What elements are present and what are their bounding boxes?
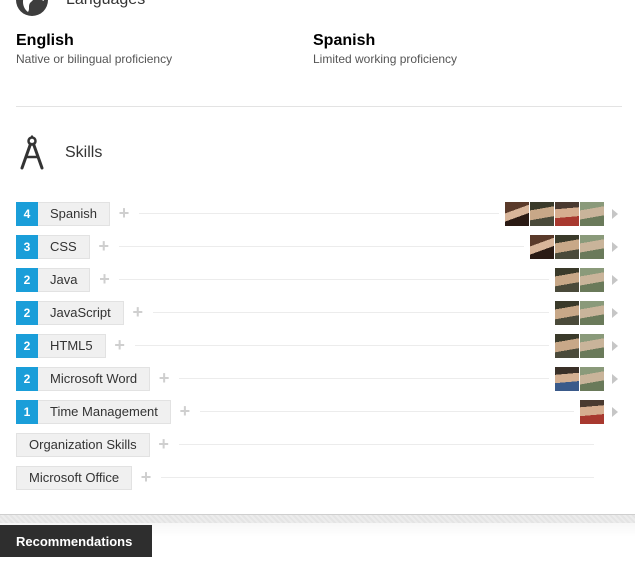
skill-name[interactable]: Microsoft Office <box>16 465 133 490</box>
avatar[interactable] <box>555 366 579 391</box>
avatar[interactable] <box>555 300 579 325</box>
skill-row: 1 Time Management + <box>16 395 622 428</box>
profile-section: Languages English Native or bilingual pr… <box>0 0 635 581</box>
plus-icon[interactable]: + <box>131 301 145 325</box>
plus-icon[interactable]: + <box>157 367 171 391</box>
avatar[interactable] <box>580 300 604 325</box>
row-divider <box>179 378 549 379</box>
languages-list: English Native or bilingual proficiency … <box>16 32 616 66</box>
language-name: English <box>16 32 74 49</box>
skill-name[interactable]: Java <box>38 267 91 292</box>
row-divider <box>199 411 574 412</box>
skill-name[interactable]: Microsoft Word <box>38 366 151 391</box>
skill-name[interactable]: JavaScript <box>38 300 124 325</box>
plus-icon[interactable]: + <box>113 334 127 358</box>
skill-row: Organization Skills + <box>16 428 622 461</box>
row-divider <box>134 345 549 346</box>
skill-row: 3 CSS + <box>16 230 622 263</box>
row-divider <box>119 279 549 280</box>
language-item: English Native or bilingual proficiency <box>16 32 313 66</box>
skill-name[interactable]: HTML5 <box>38 333 106 358</box>
skill-name[interactable]: Organization Skills <box>16 432 150 457</box>
plus-icon[interactable]: + <box>97 235 111 259</box>
avatar[interactable] <box>580 366 604 391</box>
endorser-avatars <box>580 399 604 424</box>
row-divider <box>178 444 594 445</box>
avatar[interactable] <box>505 201 529 226</box>
chevron-right-icon[interactable] <box>608 373 622 384</box>
chevron-right-icon[interactable] <box>608 340 622 351</box>
languages-title: Languages <box>66 0 145 9</box>
compass-icon <box>20 135 44 170</box>
endorsement-count[interactable]: 2 <box>16 267 38 292</box>
avatar[interactable] <box>580 201 604 226</box>
section-divider <box>16 106 622 107</box>
endorser-avatars <box>555 366 604 391</box>
language-proficiency: Limited working proficiency <box>313 52 458 66</box>
plus-icon[interactable]: + <box>178 400 192 424</box>
endorser-avatars <box>555 267 604 292</box>
chevron-right-icon[interactable] <box>608 307 622 318</box>
skill-name[interactable]: Spanish <box>38 201 110 226</box>
plus-icon[interactable]: + <box>97 268 111 292</box>
endorsement-count[interactable]: 2 <box>16 366 38 391</box>
skill-row: 2 Java + <box>16 263 622 296</box>
skills-title: Skills <box>65 144 103 161</box>
recommendations-bar: Recommendations <box>0 514 635 581</box>
footer-divider <box>0 515 635 523</box>
endorsement-count[interactable]: 4 <box>16 201 38 226</box>
skills-header: Skills <box>16 135 102 171</box>
skill-row: 2 Microsoft Word + <box>16 362 622 395</box>
endorsement-count[interactable]: 2 <box>16 333 38 358</box>
plus-icon[interactable]: + <box>139 466 153 490</box>
language-item: Spanish Limited working proficiency <box>313 32 610 66</box>
endorsement-count[interactable]: 1 <box>16 399 38 424</box>
avatar[interactable] <box>555 267 579 292</box>
chevron-right-icon[interactable] <box>608 241 622 252</box>
row-divider <box>152 312 549 313</box>
endorser-avatars <box>555 300 604 325</box>
chevron-right-icon[interactable] <box>608 274 622 285</box>
avatar[interactable] <box>555 234 579 259</box>
avatar[interactable] <box>555 201 579 226</box>
chevron-right-icon[interactable] <box>608 406 622 417</box>
avatar[interactable] <box>580 333 604 358</box>
endorsement-count[interactable]: 2 <box>16 300 38 325</box>
languages-header: Languages <box>16 0 145 16</box>
globe-icon <box>16 0 48 16</box>
endorser-avatars <box>530 234 604 259</box>
endorser-avatars <box>555 333 604 358</box>
chevron-right-icon[interactable] <box>608 208 622 219</box>
endorsement-count[interactable]: 3 <box>16 234 38 259</box>
skill-row: Microsoft Office + <box>16 461 622 494</box>
skills-list: 4 Spanish +3 CSS +2 Java +2 JavaScript +2 HTML5 +2… <box>16 197 622 494</box>
skill-row: 2 JavaScript + <box>16 296 622 329</box>
avatar[interactable] <box>555 333 579 358</box>
language-name: Spanish <box>313 32 376 49</box>
endorser-avatars <box>505 201 604 226</box>
avatar[interactable] <box>530 234 554 259</box>
row-divider <box>138 213 499 214</box>
skill-row: 4 Spanish + <box>16 197 622 230</box>
recommendations-tab[interactable]: Recommendations <box>0 525 152 557</box>
avatar[interactable] <box>580 234 604 259</box>
plus-icon[interactable]: + <box>157 433 171 457</box>
avatar[interactable] <box>580 399 604 424</box>
skill-name[interactable]: Time Management <box>38 399 171 424</box>
skill-row: 2 HTML5 + <box>16 329 622 362</box>
row-divider <box>161 477 594 478</box>
plus-icon[interactable]: + <box>117 202 131 226</box>
language-proficiency: Native or bilingual proficiency <box>16 52 173 66</box>
avatar[interactable] <box>530 201 554 226</box>
avatar[interactable] <box>580 267 604 292</box>
row-divider <box>118 246 524 247</box>
skill-name[interactable]: CSS <box>38 234 90 259</box>
